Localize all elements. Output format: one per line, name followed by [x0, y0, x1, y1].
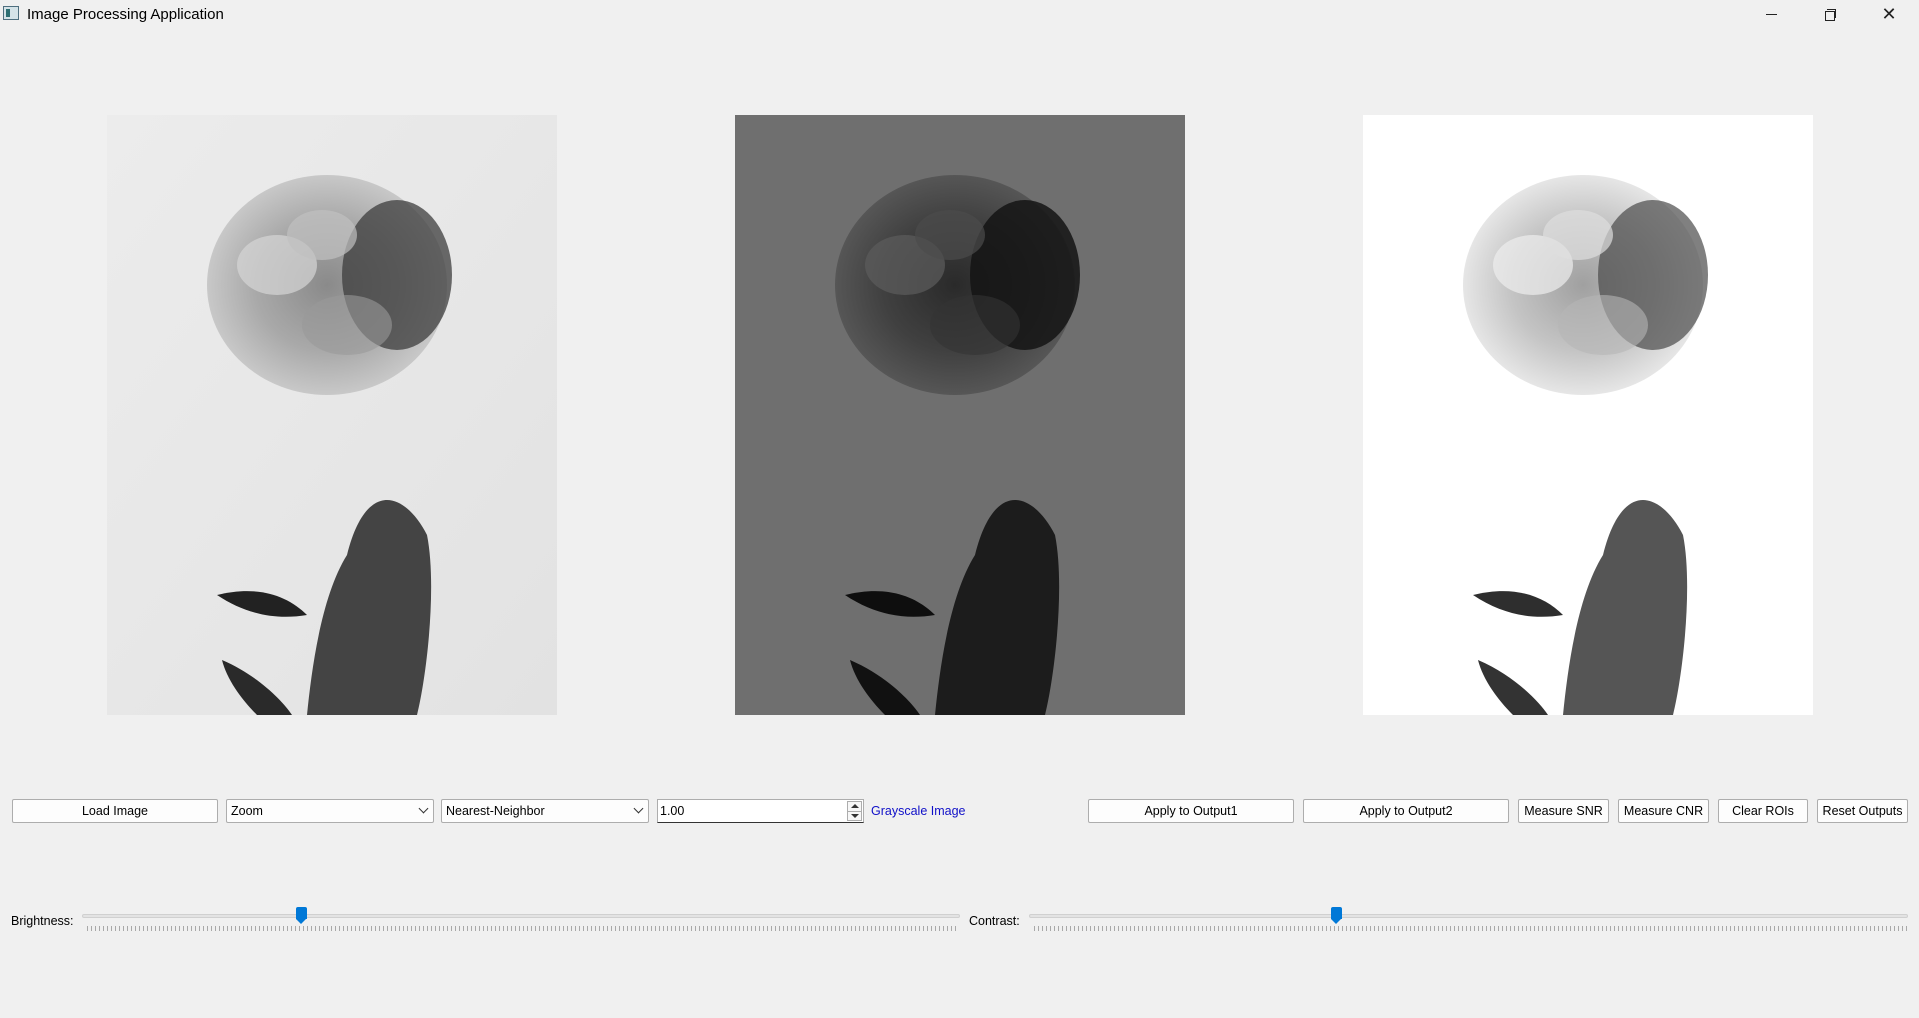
reset-outputs-button[interactable]: Reset Outputs [1817, 799, 1908, 823]
output1-image-panel[interactable] [735, 115, 1185, 715]
image-mode-label: Grayscale Image [871, 804, 966, 818]
title-bar: Image Processing Application ✕ [0, 0, 1919, 29]
apply-output1-button[interactable]: Apply to Output1 [1088, 799, 1294, 823]
close-icon: ✕ [1881, 4, 1897, 24]
output2-image-panel[interactable] [1363, 115, 1813, 715]
factor-spinbox[interactable]: 1.00 [657, 799, 864, 823]
output2-image [1363, 115, 1813, 715]
contrast-label: Contrast: [969, 914, 1020, 928]
apply-output2-button[interactable]: Apply to Output2 [1303, 799, 1509, 823]
contrast-ticks [1034, 926, 1907, 931]
contrast-handle[interactable] [1331, 907, 1343, 924]
brightness-label: Brightness: [11, 914, 74, 928]
contrast-track[interactable] [1029, 914, 1908, 918]
spin-up-icon[interactable] [851, 804, 859, 808]
minimize-button[interactable] [1742, 0, 1800, 29]
measure-cnr-button[interactable]: Measure CNR [1618, 799, 1709, 823]
operation-select-value: Zoom [231, 804, 263, 818]
interpolation-select-value: Nearest-Neighbor [446, 804, 545, 818]
chevron-down-icon [633, 803, 644, 814]
input-image-panel[interactable] [107, 115, 557, 715]
operation-select[interactable]: Zoom [226, 799, 434, 823]
chevron-down-icon [418, 803, 429, 814]
brightness-ticks [87, 926, 959, 931]
app-window-icon [3, 6, 19, 20]
factor-value: 1.00 [660, 804, 685, 818]
interpolation-select[interactable]: Nearest-Neighbor [441, 799, 649, 823]
load-image-button[interactable]: Load Image [12, 799, 218, 823]
close-button[interactable]: ✕ [1860, 0, 1918, 29]
spin-down-icon[interactable] [851, 814, 859, 818]
minimize-icon [1765, 14, 1777, 15]
brightness-handle[interactable] [296, 907, 307, 924]
spin-buttons[interactable] [847, 801, 862, 821]
measure-snr-button[interactable]: Measure SNR [1518, 799, 1609, 823]
input-image [107, 115, 557, 715]
clear-rois-button[interactable]: Clear ROIs [1718, 799, 1808, 823]
maximize-button[interactable] [1801, 0, 1859, 29]
output1-image [735, 115, 1185, 715]
restore-icon [1824, 9, 1836, 21]
window-title: Image Processing Application [27, 6, 224, 23]
brightness-track[interactable] [82, 914, 960, 918]
